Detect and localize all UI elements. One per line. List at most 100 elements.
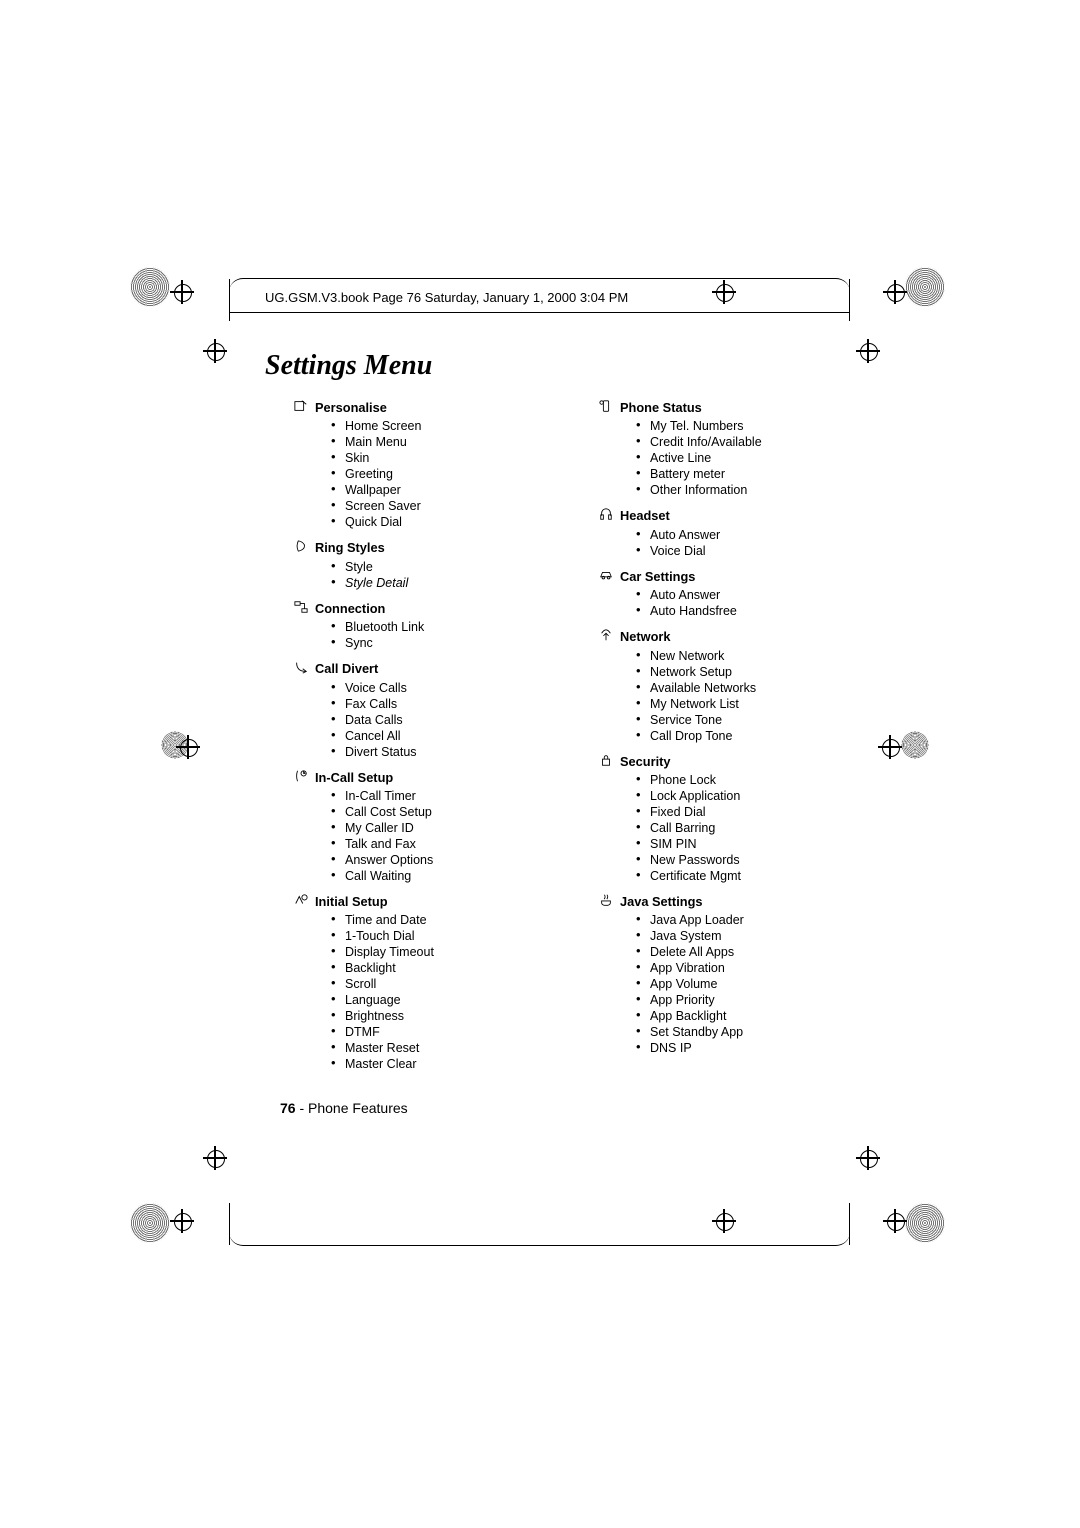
footer-frame xyxy=(229,1211,850,1246)
menu-section: SecurityPhone LockLock ApplicationFixed … xyxy=(570,754,820,884)
menu-item: Sync xyxy=(345,635,515,651)
menu-item: Greeting xyxy=(345,466,515,482)
menu-item: Available Networks xyxy=(650,680,820,696)
menu-item: Call Cost Setup xyxy=(345,804,515,820)
in-call-setup-icon xyxy=(293,769,311,783)
registration-mark-icon xyxy=(883,280,907,304)
menu-item: Voice Calls xyxy=(345,680,515,696)
menu-item: Phone Lock xyxy=(650,772,820,788)
menu-item: Talk and Fax xyxy=(345,836,515,852)
menu-item: Skin xyxy=(345,450,515,466)
menu-item-list: StyleStyle Detail xyxy=(315,559,515,591)
menu-section-title: Java Settings xyxy=(620,894,820,910)
menu-item: DTMF xyxy=(345,1024,515,1040)
left-column: Personalise Home ScreenMain MenuSkinGreet… xyxy=(265,400,515,1082)
registration-mark-icon xyxy=(176,735,200,759)
registration-mark-icon xyxy=(856,1146,880,1170)
menu-item: Service Tone xyxy=(650,712,820,728)
registration-mark-icon xyxy=(170,1209,194,1233)
menu-section-title: Car Settings xyxy=(620,569,820,585)
menu-item: My Caller ID xyxy=(345,820,515,836)
header-rule xyxy=(229,312,850,313)
menu-item: Auto Handsfree xyxy=(650,603,820,619)
menu-item: 1-Touch Dial xyxy=(345,928,515,944)
menu-item: App Volume xyxy=(650,976,820,992)
menu-item: Certificate Mgmt xyxy=(650,868,820,884)
crop-mark-icon xyxy=(905,267,945,307)
menu-item: Auto Answer xyxy=(650,587,820,603)
registration-mark-icon xyxy=(883,1209,907,1233)
menu-item: Java App Loader xyxy=(650,912,820,928)
menu-item: App Backlight xyxy=(650,1008,820,1024)
menu-item: Answer Options xyxy=(345,852,515,868)
menu-item: Call Drop Tone xyxy=(650,728,820,744)
menu-item: Master Clear xyxy=(345,1056,515,1072)
menu-section-title: Personalise xyxy=(315,400,515,416)
page-footer: 76 - Phone Features xyxy=(280,1100,408,1116)
phone-status-icon xyxy=(598,399,616,413)
registration-mark-icon xyxy=(203,339,227,363)
menu-item: Set Standby App xyxy=(650,1024,820,1040)
running-header: UG.GSM.V3.book Page 76 Saturday, January… xyxy=(265,290,628,305)
menu-section-title: Call Divert xyxy=(315,661,515,677)
menu-item-list: Time and Date1-Touch DialDisplay Timeout… xyxy=(315,912,515,1072)
menu-section: Phone Status My Tel. NumbersCredit Info/A… xyxy=(570,400,820,498)
page-title: Settings Menu xyxy=(265,350,860,382)
menu-item-list: New NetworkNetwork SetupAvailable Networ… xyxy=(620,648,820,744)
menu-item: Style Detail xyxy=(345,575,515,591)
connection-icon xyxy=(293,600,311,614)
registration-mark-icon xyxy=(170,280,194,304)
footer-section: - Phone Features xyxy=(296,1100,408,1116)
menu-section: Personalise Home ScreenMain MenuSkinGreet… xyxy=(265,400,515,530)
network-icon xyxy=(598,628,616,642)
menu-item: Wallpaper xyxy=(345,482,515,498)
menu-item: Language xyxy=(345,992,515,1008)
menu-item: Cancel All xyxy=(345,728,515,744)
menu-item: Screen Saver xyxy=(345,498,515,514)
call-divert-icon xyxy=(293,660,311,674)
menu-item: Credit Info/Available xyxy=(650,434,820,450)
menu-item: Other Information xyxy=(650,482,820,498)
menu-section: Car Settings Auto AnswerAuto Handsfree xyxy=(570,569,820,619)
menu-section: Call DivertVoice CallsFax CallsData Call… xyxy=(265,661,515,759)
menu-item: Backlight xyxy=(345,960,515,976)
menu-section-title: Phone Status xyxy=(620,400,820,416)
security-icon xyxy=(598,753,616,767)
crop-mark-icon xyxy=(130,267,170,307)
menu-section: Network New NetworkNetwork SetupAvailable… xyxy=(570,629,820,743)
menu-item: My Tel. Numbers xyxy=(650,418,820,434)
menu-section: ConnectionBluetooth LinkSync xyxy=(265,601,515,651)
menu-item: Style xyxy=(345,559,515,575)
menu-item: My Network List xyxy=(650,696,820,712)
crop-mark-icon xyxy=(130,1203,170,1243)
menu-section-title: In-Call Setup xyxy=(315,770,515,786)
menu-item-list: Home ScreenMain MenuSkinGreetingWallpape… xyxy=(315,418,515,530)
personalise-icon xyxy=(293,399,311,413)
menu-item: New Passwords xyxy=(650,852,820,868)
menu-section-title: Initial Setup xyxy=(315,894,515,910)
menu-section: HeadsetAuto AnswerVoice Dial xyxy=(570,508,820,558)
menu-item: Divert Status xyxy=(345,744,515,760)
menu-item: App Vibration xyxy=(650,960,820,976)
menu-item: Voice Dial xyxy=(650,543,820,559)
menu-item: Java System xyxy=(650,928,820,944)
menu-item: New Network xyxy=(650,648,820,664)
menu-item: Fixed Dial xyxy=(650,804,820,820)
initial-setup-icon xyxy=(293,893,311,907)
menu-item: SIM PIN xyxy=(650,836,820,852)
menu-section: Java SettingsJava App LoaderJava SystemD… xyxy=(570,894,820,1056)
menu-section-title: Network xyxy=(620,629,820,645)
menu-item: Battery meter xyxy=(650,466,820,482)
menu-item: Main Menu xyxy=(345,434,515,450)
menu-item: Data Calls xyxy=(345,712,515,728)
menu-section: Ring Styles StyleStyle Detail xyxy=(265,540,515,590)
registration-mark-icon xyxy=(203,1146,227,1170)
menu-item: Master Reset xyxy=(345,1040,515,1056)
crop-mark-icon xyxy=(905,1203,945,1243)
car-settings-icon xyxy=(598,568,616,582)
menu-section-title: Ring Styles xyxy=(315,540,515,556)
menu-item: Call Barring xyxy=(650,820,820,836)
menu-item: Network Setup xyxy=(650,664,820,680)
right-column: Phone Status My Tel. NumbersCredit Info/A… xyxy=(570,400,820,1082)
headset-icon xyxy=(598,507,616,521)
